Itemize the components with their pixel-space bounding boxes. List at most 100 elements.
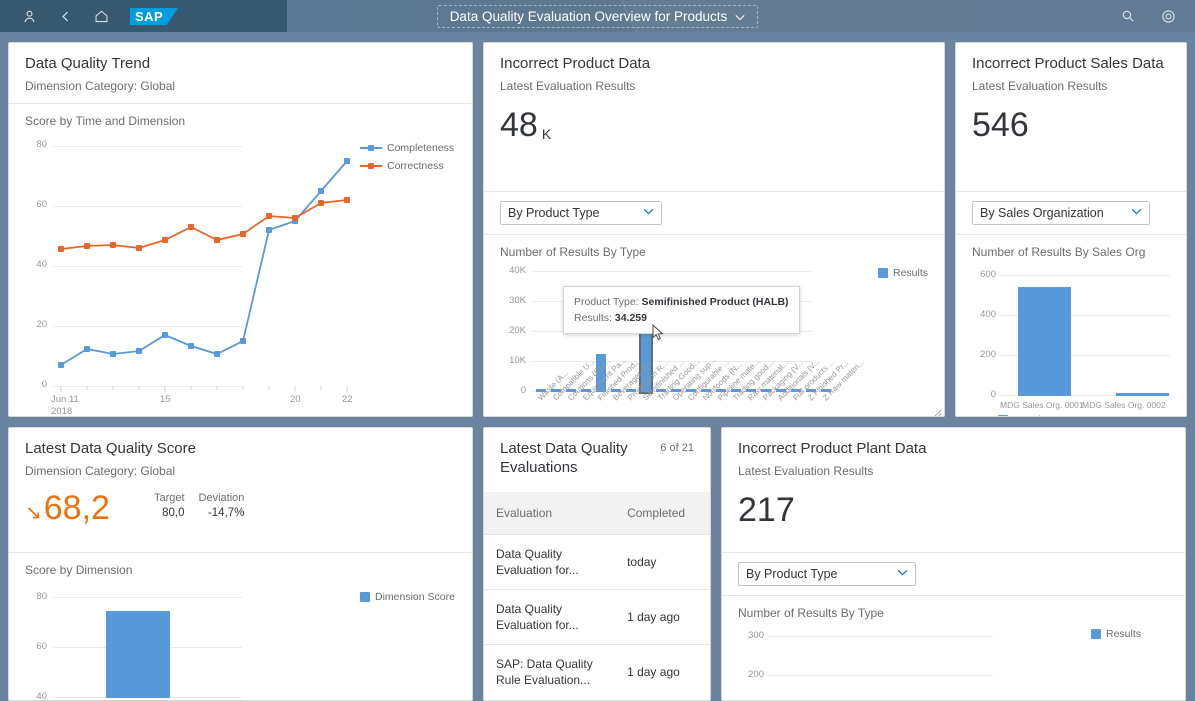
chevron-down-icon — [643, 207, 654, 218]
resize-handle[interactable] — [932, 404, 942, 416]
tooltip-row-2: Results: 34.259 — [574, 310, 789, 326]
plant-type-bar-plot[interactable]: 300 200 — [738, 626, 1083, 700]
card-row-2: Latest Data Quality Score Dimension Cate… — [8, 427, 1187, 701]
plant-product-type-select[interactable]: By Product Type — [738, 561, 916, 586]
incorrect-product-kpi: 48 K — [484, 103, 944, 191]
dimension-score-bar-plot[interactable]: 80 60 40 — [25, 583, 352, 700]
y-tick-10k: 10K — [509, 354, 526, 366]
column-header-evaluation[interactable]: Evaluation — [484, 491, 616, 535]
shell-header: SAP Data Quality Evaluation Overview for… — [0, 0, 1195, 32]
tooltip-label-1: Product Type: — [574, 295, 639, 308]
evaluations-table: Evaluation Completed Data Quality Evalua… — [484, 491, 710, 700]
select-value: By Sales Organization — [980, 205, 1104, 220]
kpi-value: 48 — [500, 105, 538, 144]
score-kpi-main: ↘ 68,2 — [25, 488, 110, 527]
product-type-select[interactable]: By Product Type — [500, 200, 662, 225]
legend-swatch — [878, 267, 888, 278]
chart-wrap: 80 60 40 Dimension Score — [25, 583, 456, 700]
legend-label: Dimension Score — [375, 590, 455, 603]
card-subtitle: Latest Evaluation Results — [738, 463, 874, 478]
trend-chart-caption: Score by Time and Dimension — [25, 113, 186, 128]
bars-container — [1000, 265, 1170, 396]
card-title: Incorrect Product Data — [500, 55, 651, 72]
tooltip-label-2: Results: — [574, 312, 612, 325]
bar-mdg-sales-org-0001[interactable] — [1018, 286, 1071, 396]
chevron-down-icon — [1131, 207, 1142, 218]
column-header-completed[interactable]: Completed — [615, 491, 710, 535]
trend-down-icon: ↘ — [25, 501, 42, 524]
search-icon[interactable] — [1117, 5, 1139, 27]
deviation-col: Deviation -14,7% — [199, 492, 245, 519]
y-tick-200: 200 — [980, 348, 996, 360]
legend-item-results[interactable]: Results — [878, 267, 928, 279]
sales-chart-block: Number of Results By Sales Org 600 400 2… — [956, 235, 1186, 416]
target-value: 80,0 — [162, 507, 185, 520]
incorrect-product-header: Incorrect Product Data Latest Evaluation… — [484, 43, 944, 103]
card-title: Latest Data Quality Score — [25, 440, 196, 457]
tooltip-value-2: 34.259 — [614, 312, 647, 325]
y-tick-400: 400 — [980, 308, 996, 320]
y-tick-60: 60 — [36, 640, 47, 652]
deviation-value: -14,7% — [207, 507, 245, 520]
y-tick-0: 0 — [520, 384, 526, 396]
incorrect-product-chart-block: Number of Results By Type 40K 30K 20K 10… — [484, 235, 944, 416]
x-label: MDG Sales Org. 0001 — [1000, 399, 1084, 410]
legend-item-correctness[interactable]: Correctness — [360, 160, 456, 172]
table-row[interactable]: Data Quality Evaluation for... today — [484, 534, 710, 590]
trend-line-plot[interactable]: 80 60 40 20 0 Jun 11 2018 15 20 22 — [25, 134, 352, 416]
y-tick-200: 200 — [748, 668, 764, 680]
card-latest-data-quality-score[interactable]: Latest Data Quality Score Dimension Cate… — [8, 427, 473, 701]
cell-evaluation: SAP: Data Quality Rule Evaluation... — [484, 644, 616, 700]
plant-chart-block: Number of Results By Type 300 200 Result… — [722, 596, 1185, 700]
bar-completeness[interactable] — [106, 610, 170, 698]
legend-item-results[interactable]: Results — [1091, 628, 1169, 640]
target-col: Target 80,0 — [154, 492, 185, 519]
y-tick-80: 80 — [36, 590, 47, 602]
kpi-value: 68,2 — [43, 488, 110, 527]
card-incorrect-product-plant-data[interactable]: Incorrect Product Plant Data Latest Eval… — [721, 427, 1186, 701]
trend-card-header: Data Quality Trend Dimension Category: G… — [9, 43, 472, 103]
card-title: Incorrect Product Sales Data — [972, 55, 1164, 72]
bars-container — [768, 626, 993, 688]
card-data-quality-trend[interactable]: Data Quality Trend Dimension Category: G… — [8, 42, 473, 417]
incorrect-product-filter-bar: By Product Type — [484, 192, 944, 234]
app-title-selector[interactable]: Data Quality Evaluation Overview for Pro… — [436, 4, 759, 28]
plant-legend: Results — [1083, 626, 1169, 700]
table-row[interactable]: Data Quality Evaluation for... 1 day ago — [484, 589, 710, 646]
plant-kpi: 217 — [722, 488, 1185, 552]
trend-series-svg — [58, 157, 350, 392]
card-incorrect-product-data[interactable]: Incorrect Product Data Latest Evaluation… — [483, 42, 945, 417]
legend-item-dimension-score[interactable]: Dimension Score — [360, 591, 456, 603]
legend-item-completeness[interactable]: Completeness — [360, 142, 456, 154]
table-header-row: Evaluation Completed — [484, 491, 710, 535]
legend-line-swatch — [360, 164, 382, 167]
product-type-legend: Results — [870, 265, 928, 416]
product-type-bar-plot[interactable]: 40K 30K 20K 10K 0 Waste (A... Compatible… — [500, 265, 870, 416]
legend-swatch — [998, 414, 1008, 416]
sales-org-bar-plot[interactable]: 600 400 200 0 MDG Sales Org. 0001 MDG Sa… — [972, 265, 1170, 410]
y-tick-300: 300 — [748, 629, 764, 641]
table-row[interactable]: SAP: Data Quality Rule Evaluation... 1 d… — [484, 644, 710, 700]
sales-card-header: Incorrect Product Sales Data Latest Eval… — [956, 43, 1186, 103]
y-tick-20k: 20K — [509, 324, 526, 336]
page-title: Data Quality Trend — [25, 55, 151, 72]
sales-organization-select[interactable]: By Sales Organization — [972, 200, 1150, 225]
card-latest-data-quality-evaluations[interactable]: Latest Data Quality Evaluations 6 of 21 … — [483, 427, 711, 701]
shell-header-right — [1117, 5, 1195, 27]
legend-label: Results — [1014, 414, 1049, 416]
kpi-value: 546 — [972, 105, 1029, 144]
trend-chart-block: Score by Time and Dimension 80 60 40 20 … — [9, 104, 472, 416]
card-incorrect-product-sales-data[interactable]: Incorrect Product Sales Data Latest Eval… — [955, 42, 1187, 417]
kpi-unit: K — [541, 126, 552, 143]
overflow-icon[interactable] — [1157, 5, 1179, 27]
bar-mdg-sales-org-0002[interactable] — [1116, 392, 1169, 396]
score-kpi-flex: ↘ 68,2 Target 80,0 Deviation -14,7% — [25, 488, 456, 527]
legend-label: Results — [1106, 627, 1142, 640]
tooltip-row-1: Product Type: Semifinished Product (HALB… — [574, 294, 789, 310]
legend-label: Results — [892, 266, 928, 279]
kpi-value: 217 — [738, 490, 795, 529]
bar-tooltip: Product Type: Semifinished Product (HALB… — [563, 285, 800, 335]
sales-legend: Results — [972, 410, 1170, 416]
chevron-down-icon — [897, 568, 908, 579]
sales-kpi: 546 — [956, 103, 1186, 191]
